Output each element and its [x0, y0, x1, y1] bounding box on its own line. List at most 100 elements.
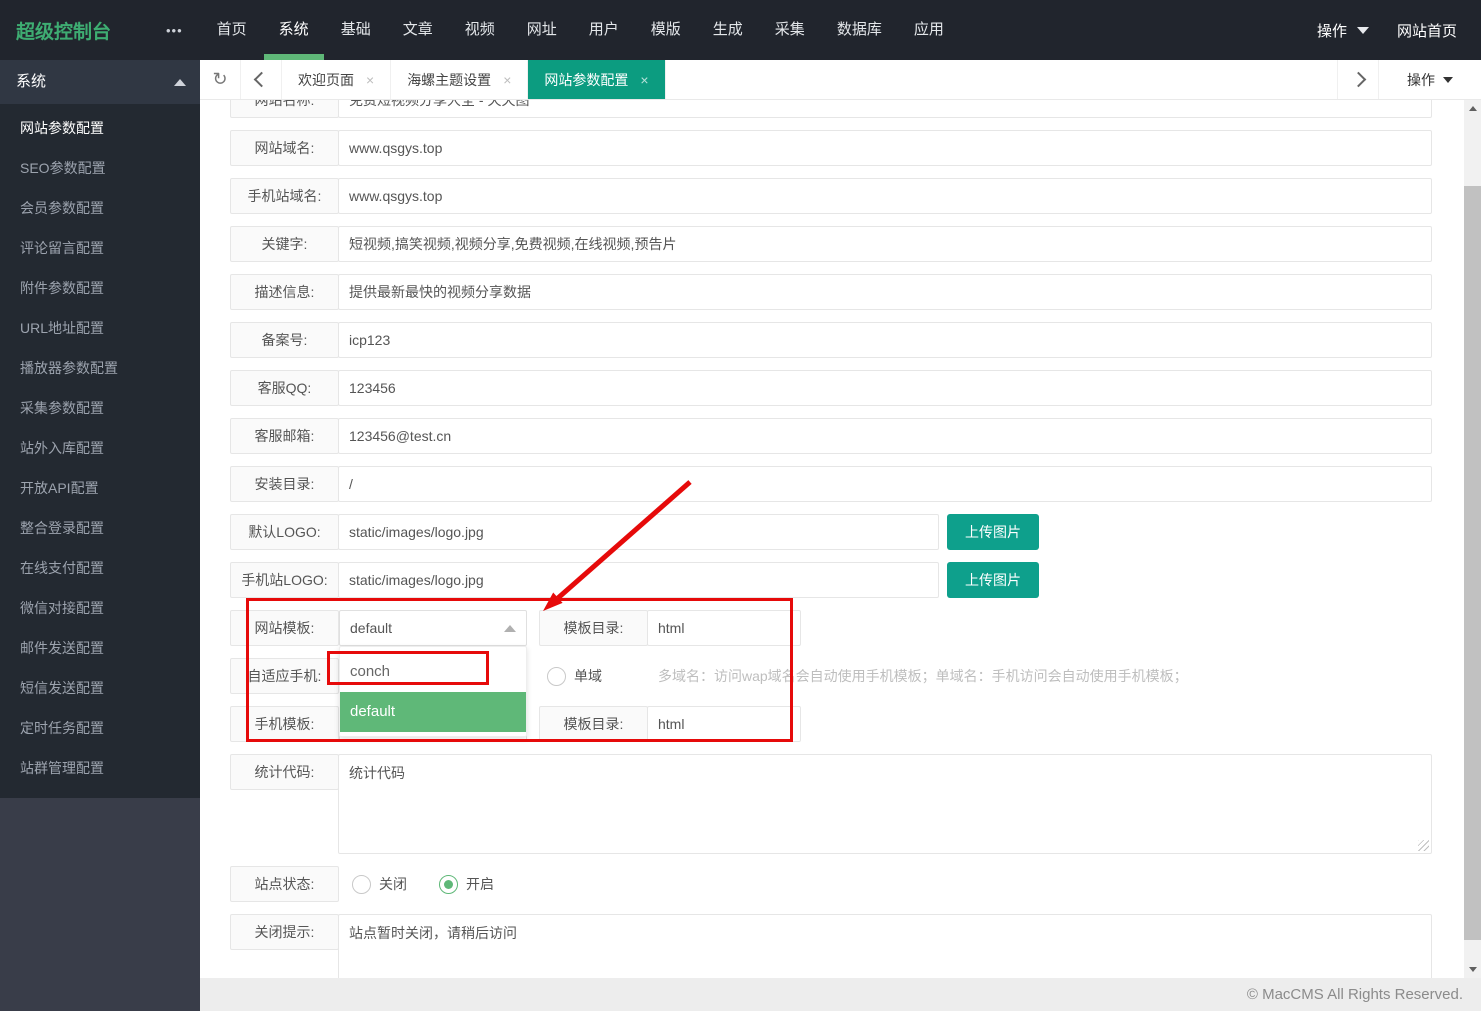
nav-item-database[interactable]: 数据库: [837, 0, 882, 60]
form-row-site-domain: 网站域名: www.qsgys.top: [230, 130, 1432, 166]
single-domain-radio[interactable]: [547, 667, 566, 686]
mobile-logo-input[interactable]: static/images/logo.jpg: [338, 562, 939, 598]
form-row-qq: 客服QQ: 123456: [230, 370, 1432, 406]
site-name-label: 网站名称:: [230, 100, 339, 118]
form-row-site-status: 站点状态: 关闭 开启: [230, 866, 1432, 902]
sidebar-item-seo[interactable]: SEO参数配置: [0, 148, 200, 188]
navbar-action-dropdown[interactable]: 操作: [1317, 20, 1347, 41]
form-row-site-name: 网站名称: 免费短视频分享大全 - 天天图: [230, 100, 1432, 118]
close-tip-textarea[interactable]: 站点暂时关闭，请稍后访问: [338, 914, 1432, 978]
tabs-scroll-left-button[interactable]: [241, 60, 282, 99]
form-row-mobile-domain: 手机站域名: www.qsgys.top: [230, 178, 1432, 214]
nav-item-collect[interactable]: 采集: [775, 0, 805, 60]
dropdown-option-default[interactable]: default: [340, 692, 526, 732]
keywords-input[interactable]: 短视频,搞笑视频,视频分享,免费视频,在线视频,预告片: [338, 226, 1432, 262]
keywords-label: 关键字:: [230, 226, 339, 262]
sidebar-item-url[interactable]: URL地址配置: [0, 308, 200, 348]
site-template-select-value: default: [350, 620, 392, 636]
nav-item-article[interactable]: 文章: [403, 0, 433, 60]
sidebar-item-site-params[interactable]: 网站参数配置: [0, 108, 200, 148]
tab-action-dropdown[interactable]: 操作: [1378, 60, 1481, 99]
vertical-scrollbar[interactable]: [1464, 100, 1481, 978]
nav-item-generate[interactable]: 生成: [713, 0, 743, 60]
sidebar-item-sitegroup[interactable]: 站群管理配置: [0, 748, 200, 788]
form-row-stats-code: 统计代码: 统计代码: [230, 754, 1432, 854]
email-input[interactable]: 123456@test.cn: [338, 418, 1432, 454]
nav-item-app[interactable]: 应用: [914, 0, 944, 60]
description-input[interactable]: 提供最新最快的视频分享数据: [338, 274, 1432, 310]
resize-grip-icon[interactable]: [1418, 840, 1429, 851]
nav-item-video[interactable]: 视频: [465, 0, 495, 60]
nav-item-url[interactable]: 网址: [527, 0, 557, 60]
icp-input[interactable]: icp123: [338, 322, 1432, 358]
tab-label: 网站参数配置: [544, 70, 628, 90]
upload-logo-button[interactable]: 上传图片: [947, 514, 1039, 550]
chevron-down-icon: [1443, 77, 1453, 83]
mobile-domain-input[interactable]: www.qsgys.top: [338, 178, 1432, 214]
site-domain-input[interactable]: www.qsgys.top: [338, 130, 1432, 166]
site-status-on-radio[interactable]: [439, 875, 458, 894]
template-dir-label: 模板目录:: [539, 610, 648, 646]
nav-item-system[interactable]: 系统: [279, 0, 309, 60]
tab-label: 欢迎页面: [298, 70, 354, 90]
adaptive-mobile-hint: 多域名：访问wap域名会自动使用手机模板；单域名：手机访问会自动使用手机模板；: [658, 666, 1188, 686]
scrollbar-up-button[interactable]: [1464, 100, 1481, 117]
site-status-off-radio[interactable]: [352, 875, 371, 894]
close-icon[interactable]: ×: [640, 72, 648, 88]
nav-item-user[interactable]: 用户: [589, 0, 619, 60]
stats-code-textarea[interactable]: 统计代码: [338, 754, 1432, 854]
top-navbar: 超级控制台 ••• 首页 系统 基础 文章 视频 网址 用户 模版 生成 采集 …: [0, 0, 1481, 60]
sidebar-item-attachment[interactable]: 附件参数配置: [0, 268, 200, 308]
sidebar-item-wechat[interactable]: 微信对接配置: [0, 588, 200, 628]
form-row-install-dir: 安装目录: /: [230, 466, 1432, 502]
sidebar-item-member[interactable]: 会员参数配置: [0, 188, 200, 228]
dropdown-option-conch[interactable]: conch: [340, 652, 526, 692]
chevron-down-icon: [1357, 27, 1369, 34]
mobile-template-dir-input[interactable]: html: [647, 706, 801, 742]
tab-conch-theme[interactable]: 海螺主题设置 ×: [391, 60, 528, 99]
chevron-right-icon: [1350, 72, 1366, 88]
adaptive-mobile-label: 自适应手机:: [230, 658, 339, 694]
chevron-up-icon: [504, 625, 516, 632]
sidebar-menu: 网站参数配置 SEO参数配置 会员参数配置 评论留言配置 附件参数配置 URL地…: [0, 104, 200, 798]
scrollbar-thumb[interactable]: [1464, 186, 1481, 940]
nav-item-home[interactable]: 首页: [217, 0, 247, 60]
sidebar-item-sms[interactable]: 短信发送配置: [0, 668, 200, 708]
email-label: 客服邮箱:: [230, 418, 339, 454]
tab-welcome[interactable]: 欢迎页面 ×: [282, 60, 391, 99]
site-template-label: 网站模板:: [230, 610, 339, 646]
sidebar-item-offsite[interactable]: 站外入库配置: [0, 428, 200, 468]
stats-code-label: 统计代码:: [230, 754, 339, 790]
template-dir-input[interactable]: html: [647, 610, 801, 646]
tab-site-params[interactable]: 网站参数配置 ×: [528, 60, 665, 99]
sidebar-item-mail[interactable]: 邮件发送配置: [0, 628, 200, 668]
sidebar-item-login[interactable]: 整合登录配置: [0, 508, 200, 548]
qq-input[interactable]: 123456: [338, 370, 1432, 406]
logo-input[interactable]: static/images/logo.jpg: [338, 514, 939, 550]
install-dir-label: 安装目录:: [230, 466, 339, 502]
site-domain-label: 网站域名:: [230, 130, 339, 166]
site-home-link[interactable]: 网站首页: [1397, 20, 1457, 41]
sidebar-group-header[interactable]: 系统: [0, 60, 200, 104]
brand-title: 超级控制台: [0, 17, 166, 44]
tabs-scroll-right-button[interactable]: [1337, 60, 1378, 99]
upload-mobile-logo-button[interactable]: 上传图片: [947, 562, 1039, 598]
more-icon[interactable]: •••: [166, 23, 183, 38]
site-name-input[interactable]: 免费短视频分享大全 - 天天图: [338, 100, 1432, 118]
nav-item-basic[interactable]: 基础: [341, 0, 371, 60]
sidebar-item-collect[interactable]: 采集参数配置: [0, 388, 200, 428]
close-icon[interactable]: ×: [366, 72, 374, 88]
nav-item-template[interactable]: 模版: [651, 0, 681, 60]
site-template-select[interactable]: default: [339, 610, 527, 646]
refresh-button[interactable]: ↻: [200, 60, 241, 99]
form-row-icp: 备案号: icp123: [230, 322, 1432, 358]
sidebar-item-open-api[interactable]: 开放API配置: [0, 468, 200, 508]
scrollbar-down-button[interactable]: [1464, 961, 1481, 978]
sidebar-item-payment[interactable]: 在线支付配置: [0, 548, 200, 588]
sidebar-item-cron[interactable]: 定时任务配置: [0, 708, 200, 748]
install-dir-input[interactable]: /: [338, 466, 1432, 502]
chevron-up-icon: [174, 79, 186, 86]
sidebar-item-comment[interactable]: 评论留言配置: [0, 228, 200, 268]
close-icon[interactable]: ×: [503, 72, 511, 88]
sidebar-item-player[interactable]: 播放器参数配置: [0, 348, 200, 388]
